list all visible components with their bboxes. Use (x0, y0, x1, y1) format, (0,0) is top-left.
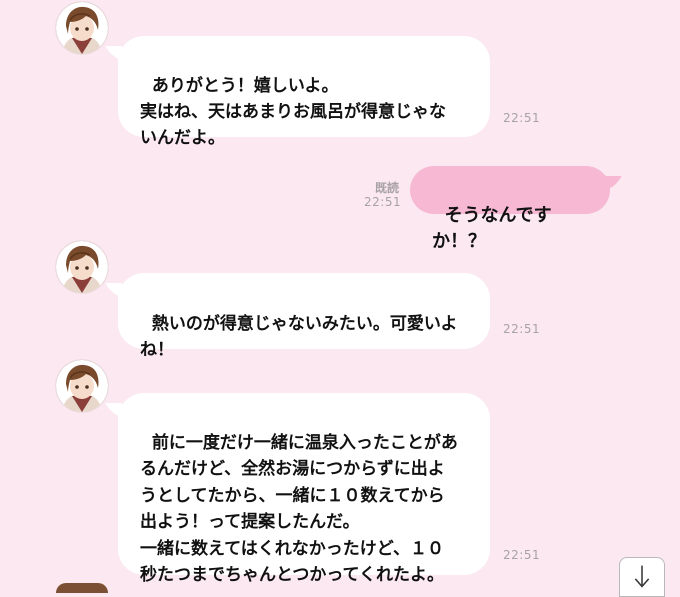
message-bubble[interactable]: ありがとう！嬉しいよ。 実はね、天はあまりお風呂が得意じゃな いんだよ。 (118, 36, 490, 148)
scroll-down-arrow-icon (634, 565, 650, 588)
avatar[interactable] (56, 583, 108, 593)
avatar[interactable] (56, 241, 108, 293)
message-bubble[interactable]: 前に一度だけ一緒に温泉入ったことがあ るんだけど、全然お湯につからずに出よ うと… (118, 393, 490, 585)
message-timestamp: 22:51 (364, 195, 402, 209)
message-timestamp: 22:51 (503, 322, 541, 336)
avatar[interactable] (56, 360, 108, 412)
avatar[interactable] (56, 2, 108, 54)
character-avatar-icon (56, 2, 108, 54)
message-text: 熱いのが得意じゃないみたい。可愛いよ ね！ (140, 314, 458, 360)
message-text: そうなんですか！？ (432, 205, 552, 252)
message-timestamp: 22:51 (503, 548, 541, 562)
message-timestamp: 22:51 (503, 111, 541, 125)
character-avatar-icon (56, 360, 108, 412)
scroll-to-bottom-button[interactable] (619, 557, 665, 597)
message-text: 前に一度だけ一緒に温泉入ったことがあ るんだけど、全然お湯につからずに出よ うと… (140, 432, 458, 586)
message-bubble[interactable]: そうなんですか！？ (410, 166, 610, 252)
message-text: ありがとう！嬉しいよ。 実はね、天はあまりお風呂が得意じゃな いんだよ。 (140, 76, 446, 148)
character-avatar-icon (56, 241, 108, 293)
message-bubble[interactable]: 熱いのが得意じゃないみたい。可愛いよ ね！ (118, 273, 490, 360)
read-receipt: 既読 (375, 181, 400, 195)
